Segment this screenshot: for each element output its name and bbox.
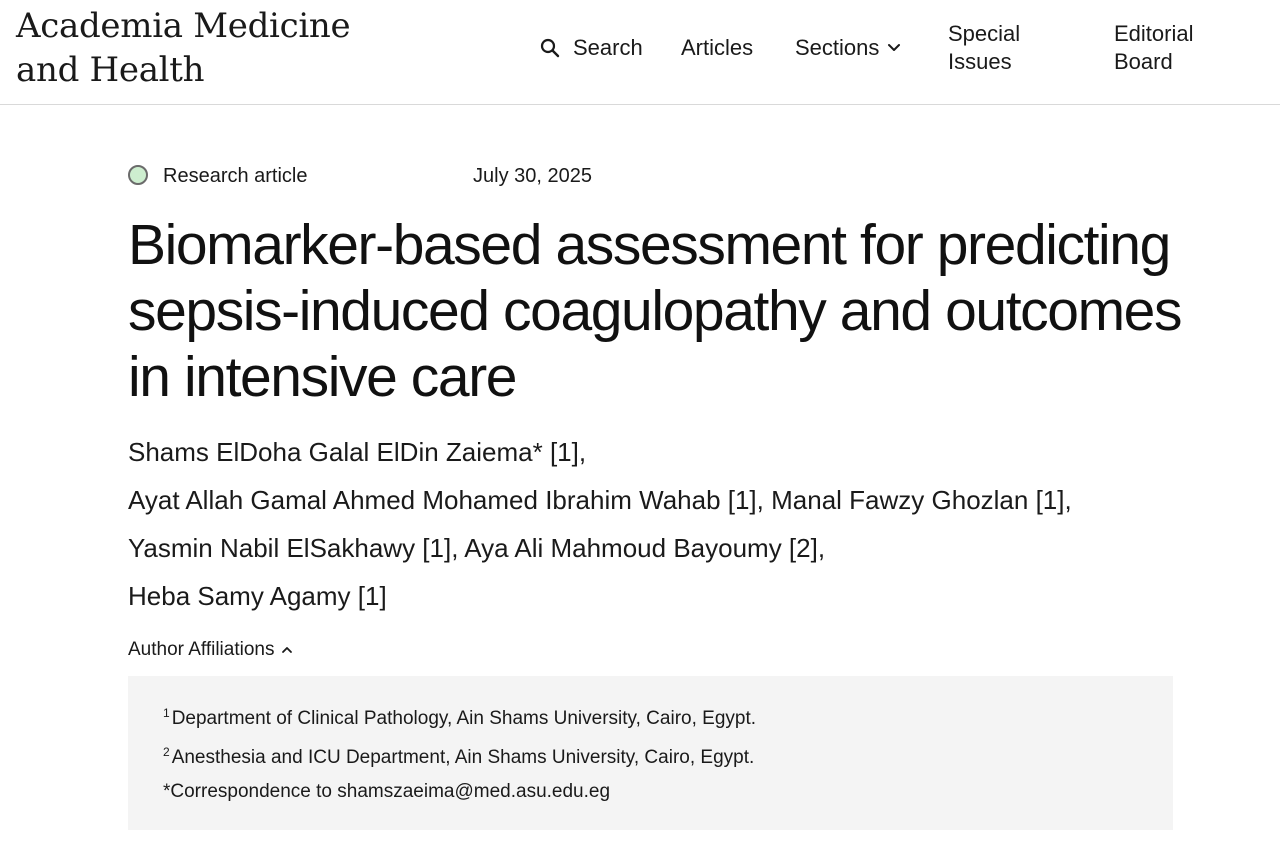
affiliation-number: 2: [163, 745, 170, 759]
author-line: Heba Samy Agamy [1]: [128, 572, 1228, 620]
site-header: Academia Medicine and Health Search Arti…: [0, 0, 1280, 105]
affiliations-panel: 1 Department of Clinical Pathology, Ain S…: [128, 676, 1173, 830]
publication-date: July 30, 2025: [473, 165, 592, 187]
author-name[interactable]: Aya Ali Mahmoud Bayoumy [2],: [464, 533, 825, 563]
correspondence: *Correspondence to shamszaeima@med.asu.e…: [163, 781, 611, 802]
search-icon: [540, 38, 560, 58]
affiliation-number: 1: [163, 706, 170, 720]
affiliation-item: 1 Department of Clinical Pathology, Ain S…: [163, 701, 756, 731]
author-name[interactable]: Manal Fawzy Ghozlan [1],: [771, 485, 1072, 515]
nav-editorial-board-link[interactable]: Editorial Board: [1114, 20, 1234, 76]
author-affiliations-label: Author Affiliations: [128, 639, 275, 660]
chevron-down-icon: [888, 44, 901, 51]
article-type: Research article: [163, 165, 308, 187]
author-name[interactable]: Yasmin Nabil ElSakhawy [1],: [128, 533, 458, 563]
author-list: Shams ElDoha Galal ElDin Zaiema* [1], Ay…: [128, 428, 1228, 620]
affiliation-text: Anesthesia and ICU Department, Ain Shams…: [171, 747, 755, 768]
article-title: Biomarker-based assessment for predictin…: [128, 213, 1182, 409]
article-type-indicator: [128, 165, 148, 185]
author-name[interactable]: Ayat Allah Gamal Ahmed Mohamed Ibrahim W…: [128, 485, 764, 515]
author-name[interactable]: Shams ElDoha Galal ElDin Zaiema* [1],: [128, 437, 586, 467]
chevron-up-icon: [282, 647, 293, 653]
nav-search-button[interactable]: Search: [540, 34, 643, 62]
nav-articles-link[interactable]: Articles: [681, 34, 753, 62]
article-meta: Research article July 30, 2025: [128, 162, 728, 192]
affiliation-item: 2 Anesthesia and ICU Department, Ain Sham…: [163, 740, 754, 770]
nav-sections-dropdown[interactable]: Sections: [795, 34, 901, 62]
author-line: Yasmin Nabil ElSakhawy [1], Aya Ali Mahm…: [128, 524, 1228, 572]
nav-search-label: Search: [573, 35, 643, 60]
main-nav: Search Articles Sections Special Issues …: [0, 0, 1280, 105]
nav-special-issues-link[interactable]: Special Issues: [948, 20, 1068, 76]
affiliation-text: Department of Clinical Pathology, Ain Sh…: [171, 708, 757, 729]
author-name[interactable]: Heba Samy Agamy [1]: [128, 581, 387, 611]
author-line: Shams ElDoha Galal ElDin Zaiema* [1],: [128, 428, 1228, 476]
nav-sections-label: Sections: [795, 35, 880, 60]
author-affiliations-toggle[interactable]: Author Affiliations: [128, 637, 293, 663]
author-line: Ayat Allah Gamal Ahmed Mohamed Ibrahim W…: [128, 476, 1228, 524]
